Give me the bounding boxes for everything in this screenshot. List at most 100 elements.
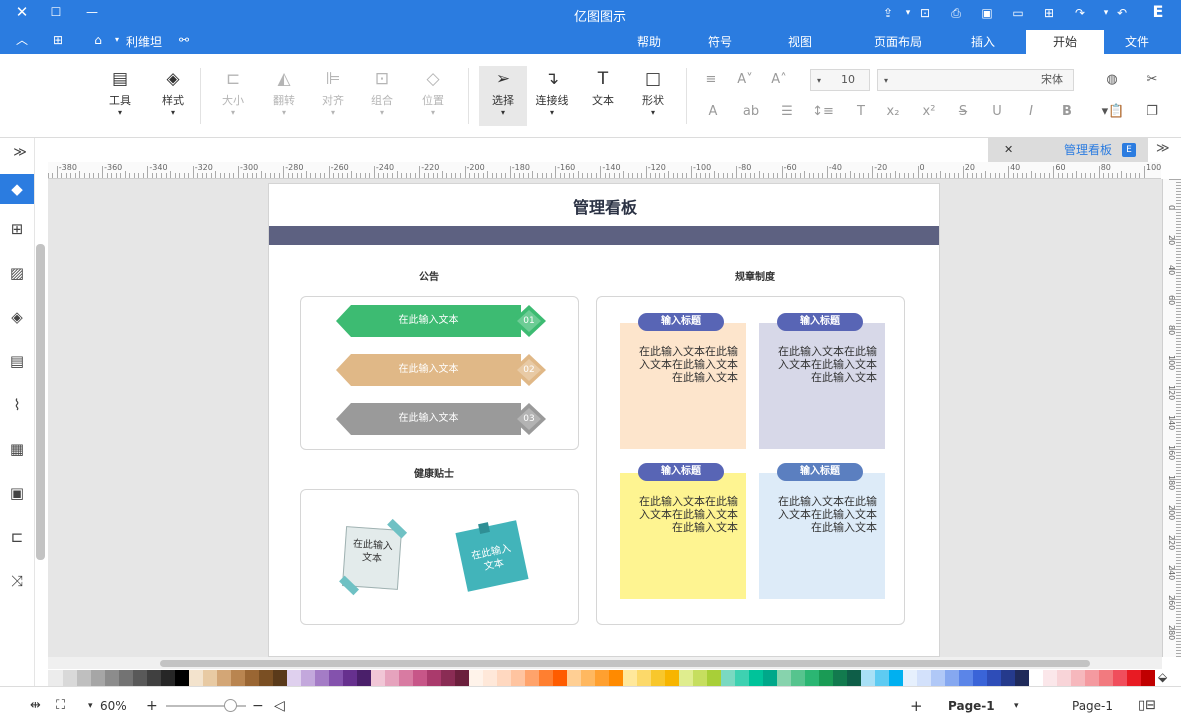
- highlight-icon[interactable]: ab: [738, 103, 764, 121]
- cut-icon[interactable]: ✂: [1143, 71, 1161, 89]
- color-swatch[interactable]: [524, 670, 539, 686]
- color-swatch[interactable]: [496, 670, 511, 686]
- select-button[interactable]: ➢ 选择 ▾: [479, 66, 527, 126]
- notice-item[interactable]: 在此输入文本 03: [336, 403, 546, 435]
- tab-insert[interactable]: 插入: [960, 30, 1006, 54]
- color-swatch[interactable]: [916, 670, 931, 686]
- color-swatch[interactable]: [244, 670, 259, 686]
- color-swatch[interactable]: [118, 670, 133, 686]
- page-panel-icon[interactable]: ▯⊟: [1138, 697, 1156, 715]
- color-swatch[interactable]: [76, 670, 91, 686]
- color-swatch[interactable]: [734, 670, 749, 686]
- fill-icon[interactable]: ◆: [0, 174, 34, 204]
- color-swatch[interactable]: [832, 670, 847, 686]
- fit-width-icon[interactable]: ⇹: [30, 697, 41, 715]
- paste-icon[interactable]: ▾📋: [1100, 103, 1126, 121]
- color-swatch[interactable]: [622, 670, 637, 686]
- color-swatch[interactable]: [398, 670, 413, 686]
- color-swatch[interactable]: [888, 670, 903, 686]
- rule-card[interactable]: 输入标题 在此输入文本在此输入文本在此输入文本在此输入文本: [759, 313, 885, 449]
- color-swatch[interactable]: [188, 670, 203, 686]
- tab-page-layout[interactable]: 页面布局: [858, 30, 938, 54]
- size-button[interactable]: ⊏ 大小 ▾: [213, 68, 253, 117]
- horizontal-scrollbar[interactable]: [160, 660, 1090, 667]
- color-swatch[interactable]: [692, 670, 707, 686]
- align-button[interactable]: ⊫ 对齐 ▾: [313, 68, 353, 117]
- save-icon[interactable]: ▣: [979, 5, 995, 21]
- account-name[interactable]: 利维坦: [126, 33, 162, 50]
- color-swatch[interactable]: [1056, 670, 1071, 686]
- close-tab-icon[interactable]: ✕: [1004, 138, 1013, 162]
- color-swatch[interactable]: [300, 670, 315, 686]
- subscript-icon[interactable]: x₂: [884, 103, 902, 121]
- close-icon[interactable]: ✕: [14, 4, 30, 20]
- color-swatch[interactable]: [370, 670, 385, 686]
- color-swatch[interactable]: [1014, 670, 1029, 686]
- notice-heading[interactable]: 公告: [419, 268, 439, 283]
- color-swatch[interactable]: [594, 670, 609, 686]
- font-name-select[interactable]: ▾ 宋体: [877, 69, 1074, 91]
- copy-icon[interactable]: ❐: [1143, 103, 1161, 121]
- color-swatch[interactable]: [552, 670, 567, 686]
- strikethrough-icon[interactable]: S̶: [954, 103, 972, 121]
- tab-view[interactable]: 视图: [780, 30, 820, 54]
- color-swatch[interactable]: [1084, 670, 1099, 686]
- fullscreen-icon[interactable]: ⛶: [56, 697, 65, 715]
- share-icon[interactable]: ⇪: [880, 5, 896, 21]
- color-swatch[interactable]: [1070, 670, 1085, 686]
- color-swatch[interactable]: [454, 670, 469, 686]
- chevron-down-icon[interactable]: ▾: [1014, 697, 1019, 715]
- notice-item[interactable]: 在此输入文本 01: [336, 305, 546, 337]
- rules-panel[interactable]: 输入标题 在此输入文本在此输入文本在此输入文本在此输入文本 输入标题 在此输入文…: [596, 296, 905, 625]
- color-swatch[interactable]: [944, 670, 959, 686]
- color-swatch[interactable]: [468, 670, 483, 686]
- minimize-icon[interactable]: —: [84, 4, 100, 20]
- apps-icon[interactable]: ⊞: [50, 32, 66, 48]
- templates-icon[interactable]: ⊞: [5, 218, 29, 240]
- color-swatch[interactable]: [104, 670, 119, 686]
- text-button[interactable]: T 文本: [583, 68, 623, 108]
- title-band[interactable]: [269, 226, 939, 245]
- color-swatch[interactable]: [440, 670, 455, 686]
- rule-card[interactable]: 输入标题 在此输入文本在此输入文本在此输入文本在此输入文本: [620, 313, 746, 449]
- notice-item[interactable]: 在此输入文本 02: [336, 354, 546, 386]
- flip-button[interactable]: ◭ 翻转 ▾: [264, 68, 304, 117]
- color-swatch[interactable]: [174, 670, 189, 686]
- color-swatch[interactable]: [846, 670, 861, 686]
- theme-icon[interactable]: ⌂: [90, 32, 106, 48]
- color-swatch[interactable]: [1140, 670, 1155, 686]
- position-button[interactable]: ◇ 位置 ▾: [413, 68, 453, 117]
- color-swatch[interactable]: [314, 670, 329, 686]
- color-swatch[interactable]: [1098, 670, 1113, 686]
- document-title[interactable]: 管理看板: [269, 194, 939, 218]
- color-swatch[interactable]: [678, 670, 693, 686]
- fill-bucket-icon[interactable]: ⬙: [1158, 670, 1167, 684]
- color-swatch[interactable]: [720, 670, 735, 686]
- shuffle-icon[interactable]: ⤨: [5, 570, 29, 592]
- color-swatch[interactable]: [328, 670, 343, 686]
- zoom-in-icon[interactable]: +: [146, 697, 158, 715]
- color-swatch[interactable]: [412, 670, 427, 686]
- attachment-icon[interactable]: ▣: [5, 482, 29, 504]
- color-swatch[interactable]: [482, 670, 497, 686]
- sticky-note[interactable]: 在此输入文本: [339, 518, 408, 596]
- zoom-slider-handle[interactable]: [224, 699, 237, 712]
- shape-button[interactable]: □ 形状 ▾: [633, 68, 673, 117]
- page-tab[interactable]: Page-1: [948, 697, 995, 715]
- color-swatch[interactable]: [972, 670, 987, 686]
- collapse-panel-icon[interactable]: ≫: [1156, 141, 1170, 156]
- color-swatch[interactable]: [230, 670, 245, 686]
- text-style-icon[interactable]: T: [852, 103, 870, 121]
- tools-button[interactable]: ▤ 工具 ▾: [100, 68, 140, 117]
- dropdown-icon[interactable]: ▾: [112, 32, 122, 48]
- group-button[interactable]: ⊡ 组合 ▾: [362, 68, 402, 117]
- play-icon[interactable]: ◁: [274, 697, 285, 715]
- tab-file[interactable]: 文件: [1114, 30, 1160, 54]
- chevron-down-icon[interactable]: ▾: [88, 697, 93, 715]
- color-swatch[interactable]: [286, 670, 301, 686]
- color-swatch[interactable]: [762, 670, 777, 686]
- maximize-icon[interactable]: ☐: [48, 4, 64, 20]
- color-swatch[interactable]: [580, 670, 595, 686]
- color-swatch[interactable]: [356, 670, 371, 686]
- color-swatch[interactable]: [902, 670, 917, 686]
